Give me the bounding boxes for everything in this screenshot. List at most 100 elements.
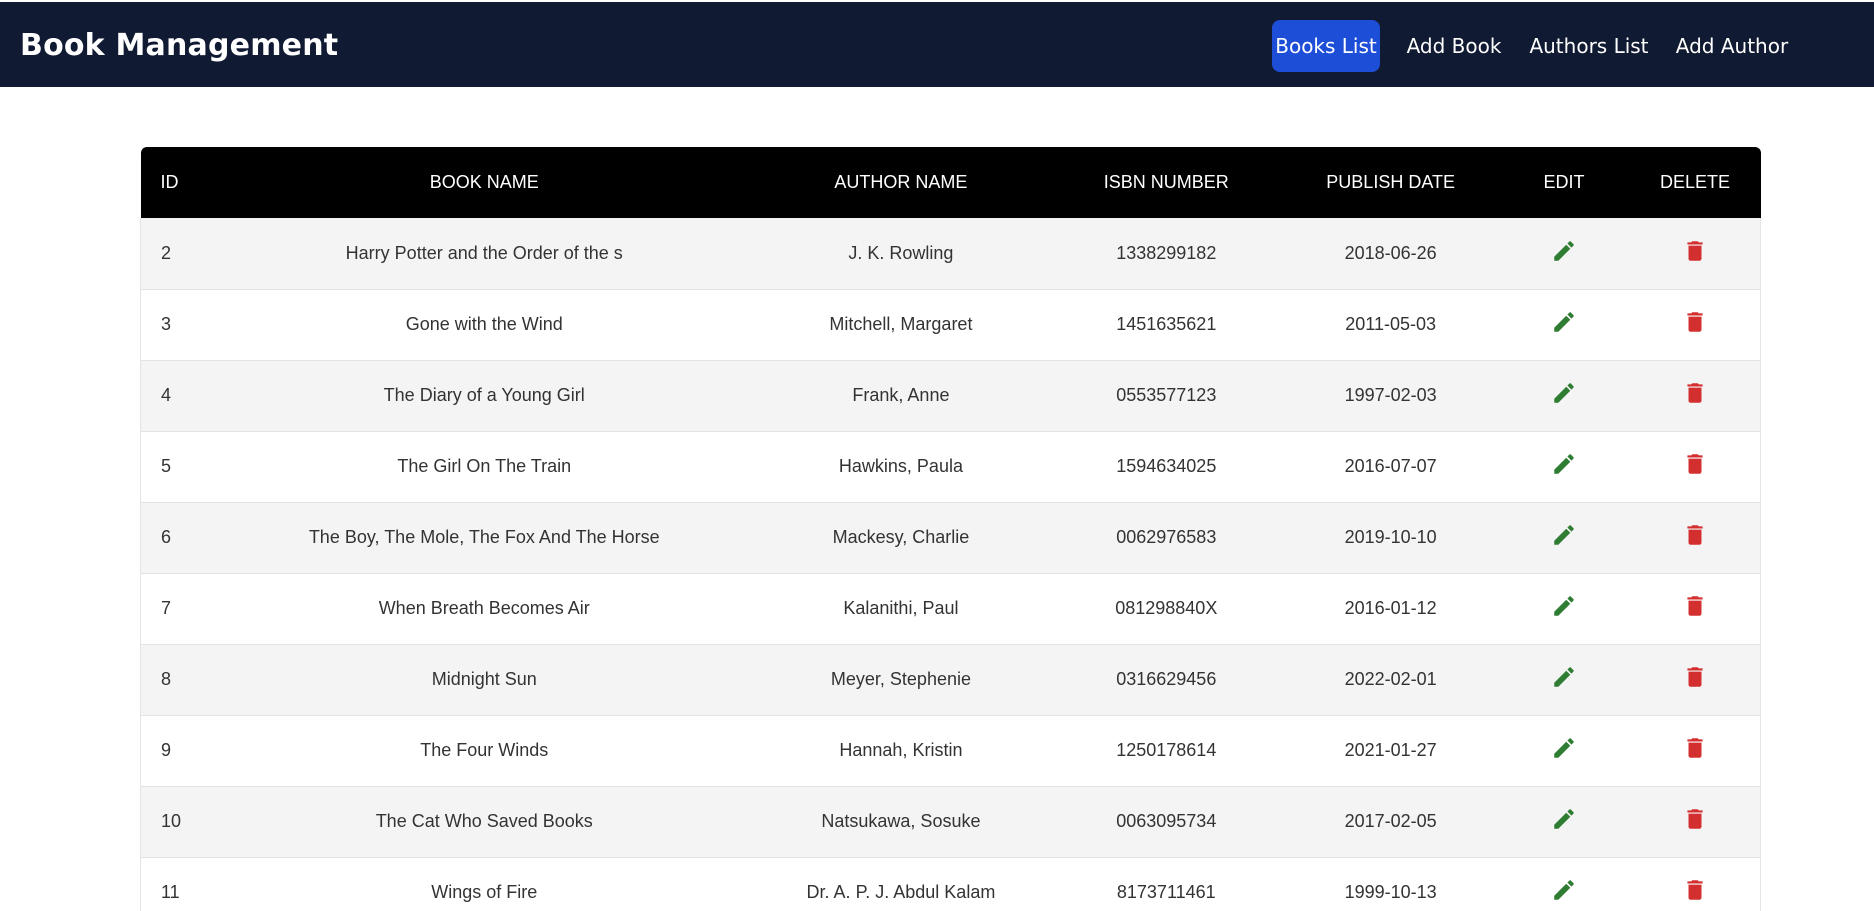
nav-add-author[interactable]: Add Author — [1670, 20, 1794, 72]
pencil-icon[interactable] — [1551, 309, 1577, 340]
header-isbn-number: ISBN NUMBER — [1103, 172, 1229, 192]
table-row: 3 Gone with the Wind Mitchell, Margaret 145… — [140, 289, 1761, 361]
cell-id: 8 — [140, 644, 217, 716]
cell-edit — [1498, 289, 1630, 361]
trash-icon[interactable] — [1682, 522, 1708, 553]
cell-isbn-number: 8173711461 — [1049, 857, 1283, 911]
cell-id: 2 — [140, 218, 217, 290]
pencil-icon[interactable] — [1551, 806, 1577, 837]
cell-book-name: When Breath Becomes Air — [216, 573, 753, 645]
cell-edit — [1498, 786, 1630, 858]
cell-id: 9 — [140, 715, 217, 787]
cell-delete — [1629, 360, 1761, 432]
cell-publish-date: 1999-10-13 — [1282, 857, 1499, 911]
cell-publish-date: 2016-01-12 — [1282, 573, 1499, 645]
pencil-icon[interactable] — [1551, 380, 1577, 411]
pencil-icon[interactable] — [1551, 238, 1577, 269]
cell-delete — [1629, 644, 1761, 716]
table-row: 4 The Diary of a Young Girl Frank, Anne 055… — [140, 360, 1761, 432]
cell-delete — [1629, 573, 1761, 645]
trash-icon[interactable] — [1682, 593, 1708, 624]
cell-delete — [1629, 431, 1761, 503]
pencil-icon[interactable] — [1551, 522, 1577, 553]
trash-icon[interactable] — [1682, 451, 1708, 482]
trash-icon[interactable] — [1682, 806, 1708, 837]
header-delete: DELETE — [1659, 172, 1731, 192]
cell-publish-date: 2019-10-10 — [1282, 502, 1499, 574]
table-row: 5 The Girl On The Train Hawkins, Paula 1594… — [140, 431, 1761, 503]
cell-publish-date: 2022-02-01 — [1282, 644, 1499, 716]
cell-isbn-number: 1451635621 — [1049, 289, 1283, 361]
cell-publish-date: 2016-07-07 — [1282, 431, 1499, 503]
trash-icon[interactable] — [1682, 309, 1708, 340]
trash-icon[interactable] — [1682, 877, 1708, 908]
cell-edit — [1498, 502, 1630, 574]
cell-publish-date: 2017-02-05 — [1282, 786, 1499, 858]
cell-publish-date: 2021-01-27 — [1282, 715, 1499, 787]
cell-author-name: Mackesy, Charlie — [752, 502, 1050, 574]
header-edit: EDIT — [1543, 172, 1585, 192]
cell-id: 3 — [140, 289, 217, 361]
cell-author-name: Meyer, Stephenie — [752, 644, 1050, 716]
cell-id: 4 — [140, 360, 217, 432]
cell-id: 11 — [140, 857, 217, 911]
cell-book-name: Wings of Fire — [216, 857, 753, 911]
trash-icon[interactable] — [1682, 664, 1708, 695]
cell-edit — [1498, 857, 1630, 911]
cell-isbn-number: 0063095734 — [1049, 786, 1283, 858]
nav-add-book[interactable]: Add Book — [1400, 20, 1508, 72]
cell-publish-date: 2011-05-03 — [1282, 289, 1499, 361]
table-row: 2 Harry Potter and the Order of the s J. K… — [140, 218, 1761, 290]
cell-book-name: The Boy, The Mole, The Fox And The Horse — [216, 502, 753, 574]
cell-delete — [1629, 289, 1761, 361]
cell-book-name: The Diary of a Young Girl — [216, 360, 753, 432]
cell-edit — [1498, 360, 1630, 432]
pencil-icon[interactable] — [1551, 451, 1577, 482]
cell-edit — [1498, 573, 1630, 645]
cell-isbn-number: 1250178614 — [1049, 715, 1283, 787]
trash-icon[interactable] — [1682, 735, 1708, 766]
cell-delete — [1629, 715, 1761, 787]
cell-author-name: Mitchell, Margaret — [752, 289, 1050, 361]
cell-delete — [1629, 786, 1761, 858]
cell-edit — [1498, 218, 1630, 290]
books-table: ID BOOK NAME AUTHOR NAME ISBN NUMBER PUB… — [140, 147, 1761, 911]
cell-author-name: J. K. Rowling — [752, 218, 1050, 290]
cell-delete — [1629, 857, 1761, 911]
cell-isbn-number: 0316629456 — [1049, 644, 1283, 716]
pencil-icon[interactable] — [1551, 664, 1577, 695]
cell-id: 6 — [140, 502, 217, 574]
table-header-row: ID BOOK NAME AUTHOR NAME ISBN NUMBER PUB… — [140, 147, 1761, 218]
cell-edit — [1498, 644, 1630, 716]
table-row: 11 Wings of Fire Dr. A. P. J. Abdul Kalam 8… — [140, 857, 1761, 911]
cell-book-name: Midnight Sun — [216, 644, 753, 716]
pencil-icon[interactable] — [1551, 877, 1577, 908]
cell-author-name: Hawkins, Paula — [752, 431, 1050, 503]
cell-edit — [1498, 431, 1630, 503]
cell-id: 5 — [140, 431, 217, 503]
cell-author-name: Kalanithi, Paul — [752, 573, 1050, 645]
header-id: ID — [160, 172, 179, 192]
cell-book-name: The Four Winds — [216, 715, 753, 787]
table-row: 7 When Breath Becomes Air Kalanithi, Paul 0… — [140, 573, 1761, 645]
cell-author-name: Dr. A. P. J. Abdul Kalam — [752, 857, 1050, 911]
cell-book-name: Gone with the Wind — [216, 289, 753, 361]
pencil-icon[interactable] — [1551, 735, 1577, 766]
cell-book-name: The Girl On The Train — [216, 431, 753, 503]
cell-publish-date: 1997-02-03 — [1282, 360, 1499, 432]
table-row: 6 The Boy, The Mole, The Fox And The Hors… — [140, 502, 1761, 574]
nav-books-list[interactable]: Books List — [1272, 20, 1380, 72]
table-row: 9 The Four Winds Hannah, Kristin 1250178614… — [140, 715, 1761, 787]
table-row: 8 Midnight Sun Meyer, Stephenie 0316629456 2… — [140, 644, 1761, 716]
cell-isbn-number: 081298840X — [1049, 573, 1283, 645]
books-table-container: ID BOOK NAME AUTHOR NAME ISBN NUMBER PUB… — [140, 147, 1761, 911]
pencil-icon[interactable] — [1551, 593, 1577, 624]
trash-icon[interactable] — [1682, 238, 1708, 269]
top-navbar: Book Management Books List Add Book Auth… — [0, 0, 1874, 87]
cell-author-name: Natsukawa, Sosuke — [752, 786, 1050, 858]
nav-authors-list[interactable]: Authors List — [1528, 20, 1650, 72]
cell-delete — [1629, 502, 1761, 574]
cell-author-name: Hannah, Kristin — [752, 715, 1050, 787]
header-author-name: AUTHOR NAME — [834, 172, 968, 192]
trash-icon[interactable] — [1682, 380, 1708, 411]
